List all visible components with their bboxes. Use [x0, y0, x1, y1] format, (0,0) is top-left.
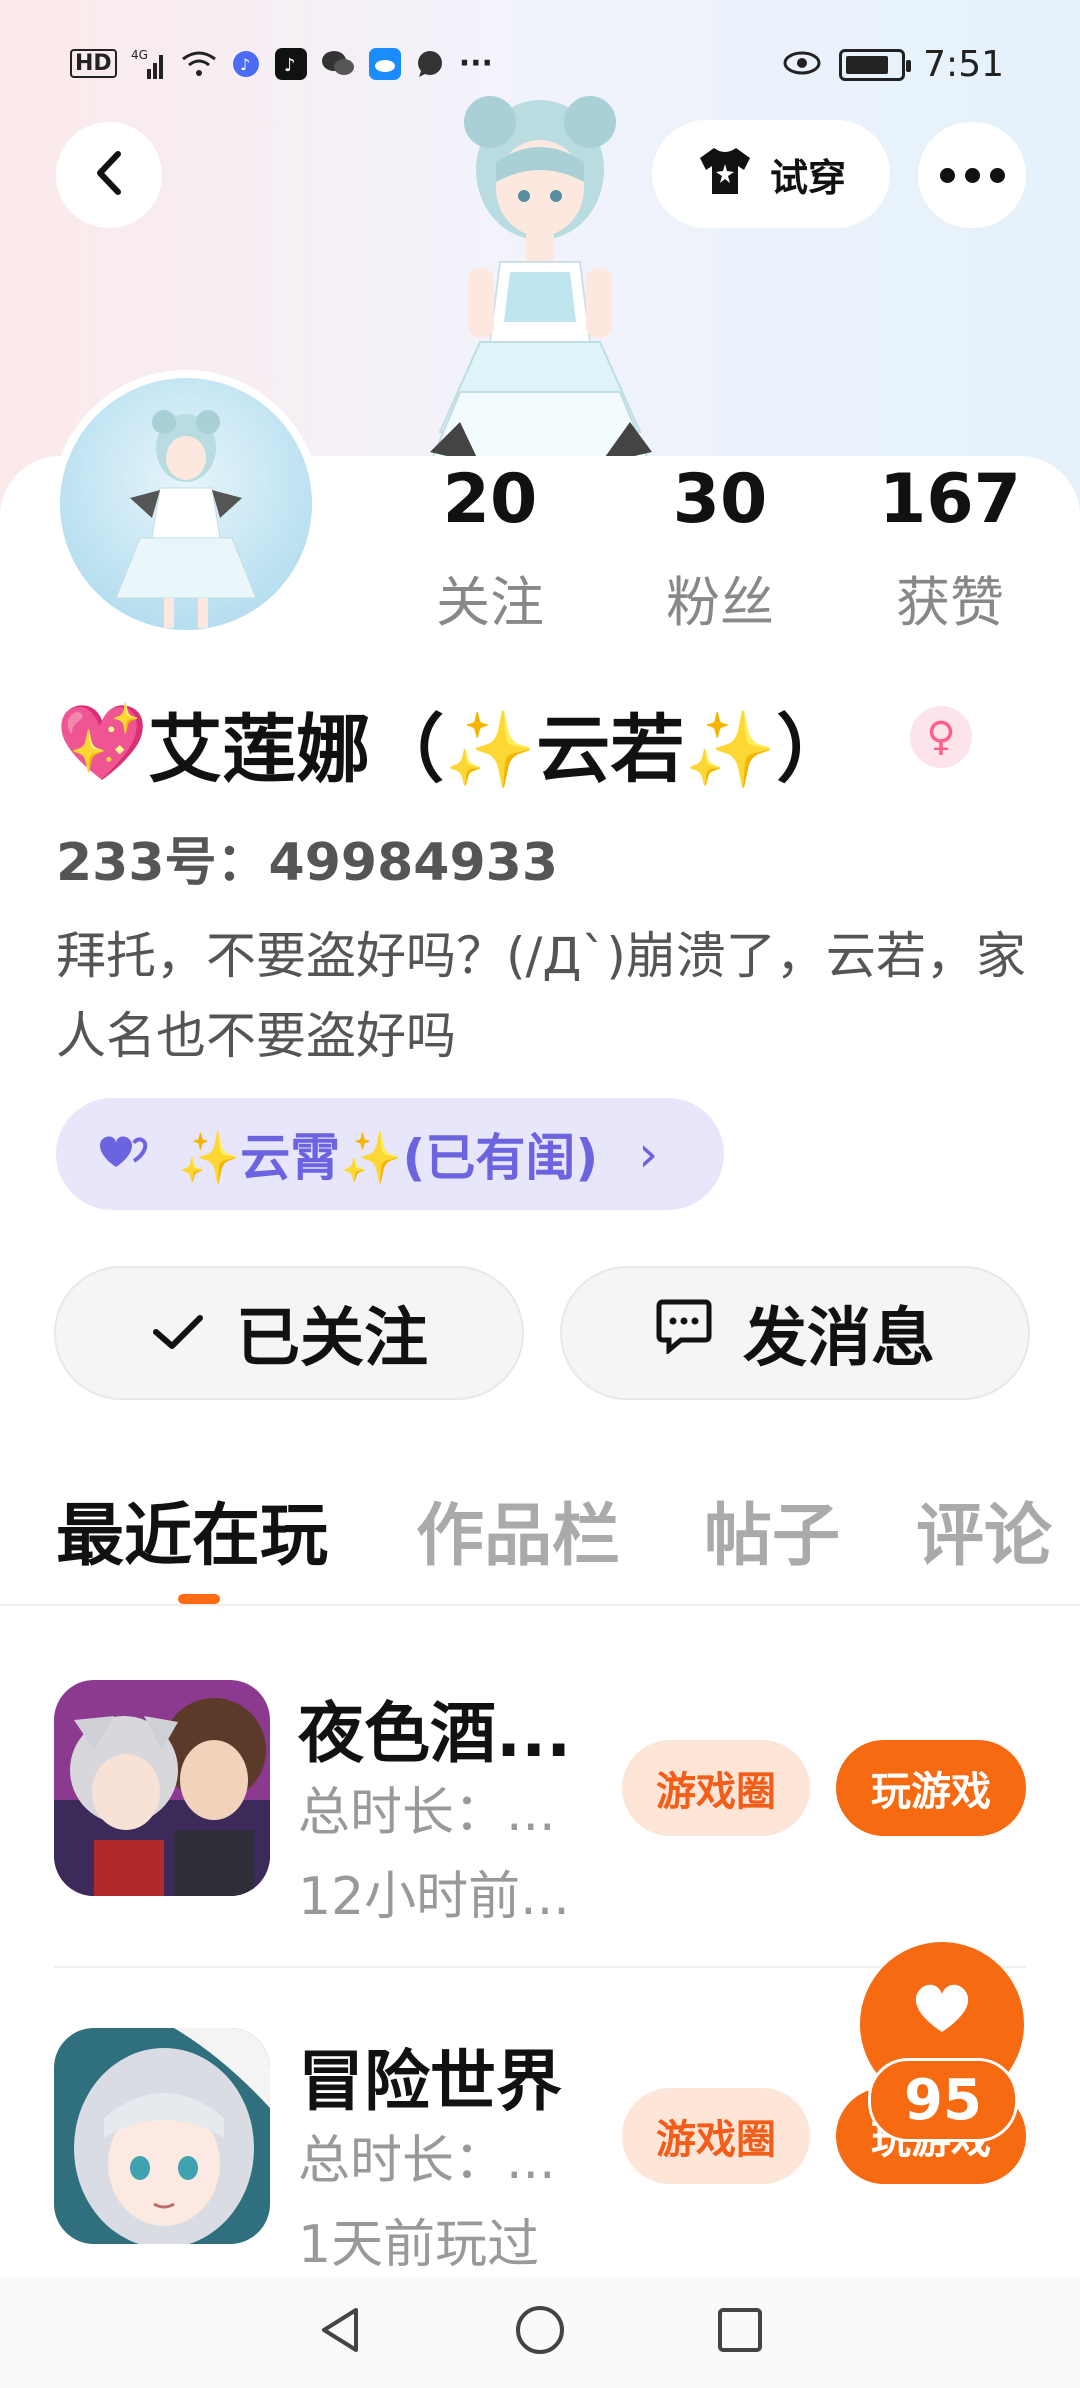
- game-title: 夜色酒...: [298, 1695, 572, 1772]
- stat-followers[interactable]: 30 粉丝: [630, 460, 810, 637]
- message-bubble-icon: [655, 1296, 713, 1370]
- svg-text:♪: ♪: [240, 55, 250, 74]
- more-options-button[interactable]: [918, 122, 1026, 228]
- stat-value: 167: [879, 460, 1021, 539]
- game-list-item[interactable]: 夜色酒... 总时长：... 12小时前... 游戏圈 玩游戏: [0, 1680, 1080, 1927]
- active-tab-indicator: [178, 1594, 220, 1604]
- tab-works[interactable]: 作品栏: [416, 1480, 620, 1579]
- play-game-button[interactable]: 玩游戏: [836, 1740, 1026, 1836]
- tiktok-icon: ♪: [274, 47, 307, 80]
- checkmark-icon: [150, 1296, 206, 1370]
- like-count-badge: 95: [868, 2058, 1018, 2142]
- game-last-played: 12小时前...: [298, 1867, 570, 1927]
- game-circle-button[interactable]: 游戏圈: [622, 1740, 810, 1836]
- game-playtime: 总时长：...: [298, 2131, 556, 2191]
- user-id: 233号：49984933: [56, 833, 558, 893]
- tab-recently-played[interactable]: 最近在玩: [56, 1480, 328, 1579]
- partner-name: ✨云霄✨(已有闺): [178, 1129, 599, 1187]
- stat-value: 30: [672, 460, 768, 539]
- game-cover-image[interactable]: [54, 2028, 270, 2244]
- clock: 7:51: [923, 44, 1004, 85]
- double-heart-icon: [96, 1125, 152, 1183]
- nav-recents-icon[interactable]: [714, 2304, 766, 2360]
- stat-value: 20: [442, 460, 538, 539]
- svg-text:♪: ♪: [284, 55, 296, 76]
- nav-back-icon[interactable]: [314, 2304, 366, 2360]
- wifi-icon: [181, 49, 217, 79]
- profile-page: { "status_bar": { "network": "HD", "sign…: [0, 0, 1080, 2388]
- stat-label: 关注: [436, 571, 544, 634]
- battery-icon: [839, 48, 912, 81]
- profile-name-text: 艾莲娜（✨云若✨）: [148, 707, 851, 793]
- send-message-label: 发消息: [743, 1302, 935, 1376]
- partner-badge[interactable]: ✨云霄✨(已有闺) ›: [56, 1098, 724, 1210]
- game-playtime: 总时长：...: [298, 1783, 556, 1843]
- more-dots-icon: ···: [458, 46, 493, 81]
- nav-home-icon[interactable]: [514, 2304, 566, 2360]
- chevron-left-icon: [92, 150, 126, 200]
- game-title: 冒险世界: [298, 2043, 562, 2120]
- heart-emoji-icon: 💖: [56, 700, 149, 786]
- heart-icon: [910, 1978, 974, 2040]
- character-illustration: [390, 92, 690, 465]
- chat-icon: [415, 49, 445, 79]
- stat-following[interactable]: 20 关注: [400, 460, 580, 637]
- stat-label: 获赞: [896, 571, 1004, 634]
- profile-name: 💖 艾莲娜（✨云若✨）: [56, 690, 850, 797]
- eye-icon: [783, 44, 821, 85]
- hd-icon: HD: [70, 49, 117, 78]
- followed-button[interactable]: 已关注: [54, 1266, 524, 1400]
- chevron-right-icon: ›: [638, 1125, 659, 1183]
- try-on-label: 试穿: [769, 155, 846, 200]
- more-dot-icon: [939, 167, 955, 183]
- female-gender-icon: ♀: [910, 706, 972, 768]
- tshirt-icon: [696, 144, 754, 205]
- followed-label: 已关注: [236, 1302, 428, 1376]
- signal-icon: 4G: [131, 49, 167, 79]
- tab-comments[interactable]: 评论: [916, 1480, 1052, 1579]
- wechat-icon: [321, 49, 355, 79]
- profile-bio: 拜托，不要盗好吗？(/Д`)崩溃了，云若，家人名也不要盗好吗: [56, 927, 1026, 1065]
- game-cover-image[interactable]: [54, 1680, 270, 1896]
- more-dot-icon: [964, 167, 980, 183]
- system-navigation-bar: [0, 2276, 1080, 2388]
- stat-label: 粉丝: [666, 571, 774, 634]
- back-button[interactable]: [56, 122, 162, 228]
- cloud-icon: [368, 47, 401, 80]
- music-icon: ♪: [231, 49, 261, 79]
- list-divider: [54, 1966, 1026, 1968]
- svg-text:4G: 4G: [131, 49, 148, 62]
- avatar[interactable]: [52, 370, 320, 638]
- profile-tabs: 最近在玩 作品栏 帖子 评论: [0, 1480, 1080, 1606]
- try-on-button[interactable]: 试穿: [652, 120, 890, 228]
- game-circle-button[interactable]: 游戏圈: [622, 2088, 810, 2184]
- send-message-button[interactable]: 发消息: [560, 1266, 1030, 1400]
- more-dot-icon: [989, 167, 1005, 183]
- game-last-played: 1天前玩过: [298, 2215, 540, 2275]
- tab-posts[interactable]: 帖子: [704, 1480, 840, 1579]
- stat-likes[interactable]: 167 获赞: [860, 460, 1040, 637]
